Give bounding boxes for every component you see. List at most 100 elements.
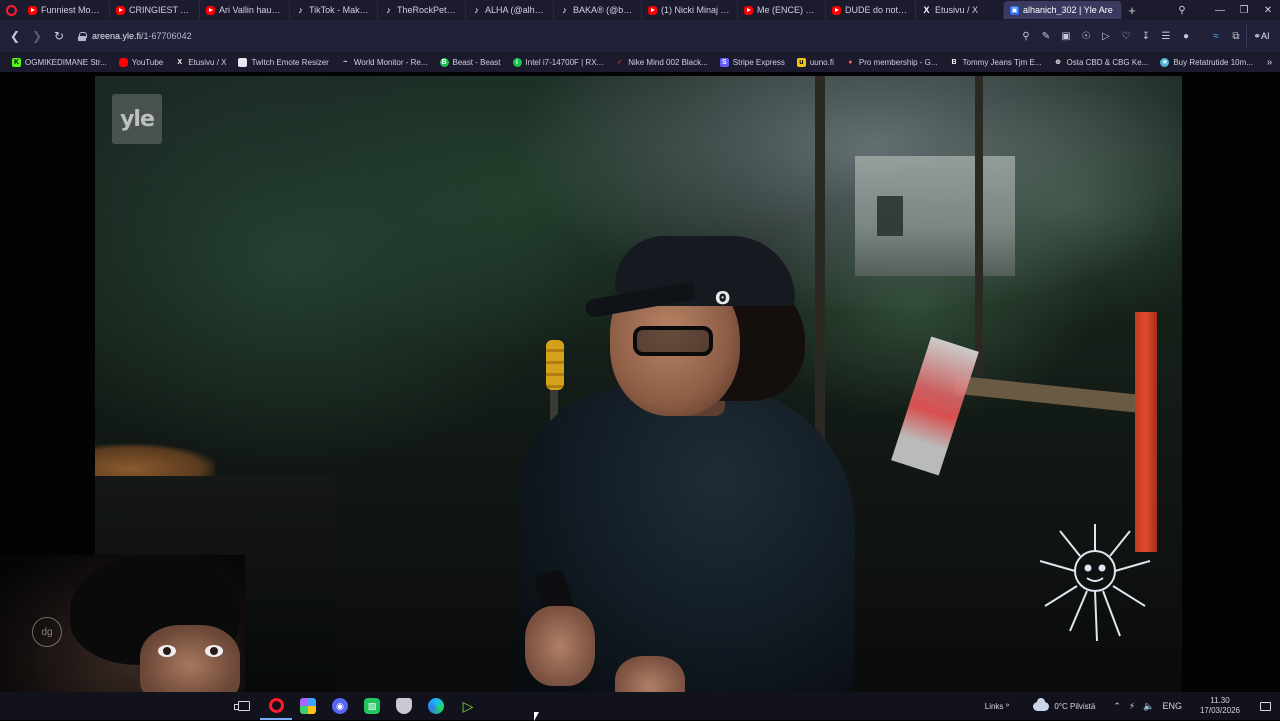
webcam-overlay: dg bbox=[0, 555, 245, 693]
browser-tab-label: TikTok - Make Your bbox=[309, 5, 371, 15]
yle-logo-text: yle bbox=[120, 106, 155, 132]
notification-center-icon[interactable] bbox=[1250, 701, 1280, 711]
bookmark-item[interactable]: u uuno.fi bbox=[791, 57, 840, 67]
bookmark-item[interactable]: YouTube bbox=[113, 57, 169, 67]
links-toolbar[interactable]: Links» bbox=[971, 702, 1024, 711]
video-player[interactable]: ʘ bbox=[95, 76, 1182, 692]
menu-icon[interactable]: ☰ bbox=[1156, 31, 1176, 42]
bookmark-item[interactable]: ✓ Nike Mind 002 Black... bbox=[609, 58, 714, 67]
weather-widget[interactable]: 0°C Pilvistä bbox=[1023, 697, 1105, 711]
url-input[interactable]: areena.yle.fi/1-67706042 bbox=[70, 25, 1016, 47]
green-app-taskbar-icon[interactable]: ▧ bbox=[356, 692, 388, 720]
tab-search-icon[interactable]: ⚲ bbox=[1170, 5, 1194, 16]
bookmark-item[interactable]: S Stripe Express bbox=[714, 57, 791, 67]
bookmark-label: YouTube bbox=[131, 57, 164, 67]
browser-tab[interactable]: ♪ BAKA® (@bakaflo bbox=[554, 1, 642, 19]
hand bbox=[525, 606, 595, 686]
edge-taskbar-icon[interactable] bbox=[420, 692, 452, 720]
browser-tab[interactable]: DUDE do not do bbox=[826, 1, 916, 19]
bookmark-item[interactable]: ~ World Monitor - Re... bbox=[335, 58, 434, 67]
tiktok-icon: ♪ bbox=[298, 5, 303, 15]
bookmark-label: World Monitor - Re... bbox=[353, 57, 428, 67]
play-icon[interactable]: ▷ bbox=[1096, 31, 1116, 42]
new-tab-button[interactable]: + bbox=[1122, 3, 1142, 18]
browser-tab[interactable]: ▣ alhanich_302 | Yle Are bbox=[1004, 1, 1122, 19]
url-path: /1-67706042 bbox=[141, 31, 192, 41]
bookmark-item[interactable]: X Etusivu / X bbox=[169, 58, 232, 67]
bookmark-favicon-icon: X bbox=[177, 58, 183, 66]
lock-icon[interactable] bbox=[78, 31, 87, 41]
translate-icon[interactable]: ≈ bbox=[1206, 31, 1226, 42]
youtube-icon bbox=[648, 5, 657, 15]
shield-app-taskbar-icon[interactable] bbox=[388, 692, 420, 720]
bookmark-item[interactable]: ★ Buy Retatrutide 10m... bbox=[1154, 57, 1259, 67]
opera-menu-icon[interactable] bbox=[0, 0, 22, 20]
ai-button-label: AI bbox=[1261, 31, 1270, 41]
browser-tab-label: Etusivu / X bbox=[935, 5, 979, 15]
fence-bar bbox=[954, 375, 1156, 415]
browser-tab-label: Me (ENCE) palattiin bbox=[757, 5, 819, 15]
download-icon[interactable]: ↧ bbox=[1136, 31, 1156, 42]
bookmark-favicon-icon: ✓ bbox=[616, 59, 623, 66]
bookmarks-overflow-chevron-icon[interactable]: » bbox=[1259, 57, 1280, 68]
webcam-eye bbox=[205, 645, 223, 657]
back-button[interactable]: ❮ bbox=[4, 25, 26, 47]
bookmark-favicon-icon: S bbox=[719, 57, 729, 67]
heart-icon[interactable]: ♡ bbox=[1116, 31, 1136, 42]
adblock-shield-icon[interactable]: ☉ bbox=[1076, 31, 1096, 42]
browser-tab[interactable]: X Etusivu / X bbox=[916, 1, 1004, 19]
bookmark-favicon-icon: B bbox=[439, 57, 449, 67]
bookmark-item[interactable]: Twitch Emote Resizer bbox=[232, 57, 334, 67]
browser-tab[interactable]: Ari Vallin haukkui bbox=[200, 1, 290, 19]
yle-areena-icon: ▣ bbox=[1010, 5, 1019, 15]
bookmark-favicon-icon: ⊕ bbox=[1055, 59, 1061, 66]
play-app-taskbar-icon[interactable]: ▷ bbox=[452, 692, 484, 720]
discord-taskbar-icon[interactable]: ◉ bbox=[324, 692, 356, 720]
maximize-button[interactable]: ❐ bbox=[1232, 5, 1256, 16]
bookmark-favicon-icon: ● bbox=[848, 58, 853, 66]
browser-tab[interactable]: ♪ ALHA (@alha) | Tik bbox=[466, 1, 554, 19]
youtube-icon bbox=[28, 5, 37, 15]
camera-icon[interactable]: ▣ bbox=[1056, 31, 1076, 42]
reload-button[interactable]: ↻ bbox=[48, 25, 70, 47]
clock[interactable]: 11.30 17/03/2026 bbox=[1190, 696, 1250, 716]
minimize-button[interactable]: — bbox=[1208, 5, 1232, 16]
tray-chevron-up-icon[interactable]: ⌃ bbox=[1113, 701, 1121, 712]
bookmark-item[interactable]: B Beast - Beast bbox=[434, 57, 507, 67]
browser-tab[interactable]: ♪ TheRockPete (@the bbox=[378, 1, 466, 19]
speaker-icon[interactable]: 🔈 bbox=[1143, 701, 1154, 712]
forward-button[interactable]: ❯ bbox=[26, 25, 48, 47]
tab-strip: Funniest Moments CRINGIEST Audition Ari Va… bbox=[0, 0, 1280, 20]
bookmark-item[interactable]: B Tommy Jeans Tjm E... bbox=[944, 58, 1048, 67]
bookmark-item[interactable]: K OGMIKEDIMANE Str... bbox=[6, 57, 113, 67]
network-icon[interactable]: ⚡ bbox=[1129, 701, 1135, 712]
tiktok-icon: ♪ bbox=[562, 5, 567, 15]
extensions-icon[interactable]: ⧉ bbox=[1226, 31, 1246, 42]
task-view-button[interactable] bbox=[228, 692, 260, 720]
bookmark-favicon-icon: i bbox=[512, 57, 522, 67]
bookmark-favicon-icon: u bbox=[796, 57, 806, 67]
browser-tab-label: BAKA® (@bakaflo bbox=[573, 5, 635, 15]
close-window-button[interactable]: ✕ bbox=[1256, 5, 1280, 16]
bookmark-label: OGMIKEDIMANE Str... bbox=[25, 57, 107, 67]
links-chevron-icon: » bbox=[1005, 701, 1010, 709]
edit-icon[interactable]: ✎ bbox=[1036, 31, 1056, 42]
ai-button[interactable]: ⚭ AI bbox=[1246, 25, 1276, 47]
bookmark-label: Etusivu / X bbox=[188, 57, 227, 67]
browser-tab[interactable]: (1) Nicki Minaj Call bbox=[642, 1, 738, 19]
language-indicator[interactable]: ENG bbox=[1162, 701, 1182, 711]
pinwheel-app-taskbar-icon[interactable] bbox=[292, 692, 324, 720]
opera-taskbar-icon[interactable] bbox=[260, 692, 292, 720]
browser-tab-label: Ari Vallin haukkui bbox=[219, 5, 283, 15]
browser-tab[interactable]: CRINGIEST Audition bbox=[110, 1, 200, 19]
profile-icon[interactable]: ● bbox=[1176, 31, 1196, 42]
search-icon[interactable]: ⚲ bbox=[1016, 31, 1036, 42]
bookmark-item[interactable]: i Intel i7-14700F | RX... bbox=[507, 57, 610, 67]
browser-tab[interactable]: ♪ TikTok - Make Your bbox=[290, 1, 378, 19]
bookmark-label: Stripe Express bbox=[732, 57, 785, 67]
browser-tab[interactable]: Me (ENCE) palattiin bbox=[738, 1, 826, 19]
bookmark-item[interactable]: ● Pro membership - G... bbox=[840, 58, 944, 67]
bookmark-item[interactable]: ⊕ Osta CBD & CBG Ke... bbox=[1048, 58, 1155, 67]
browser-tab[interactable]: Funniest Moments bbox=[22, 1, 110, 19]
hand bbox=[615, 656, 685, 692]
